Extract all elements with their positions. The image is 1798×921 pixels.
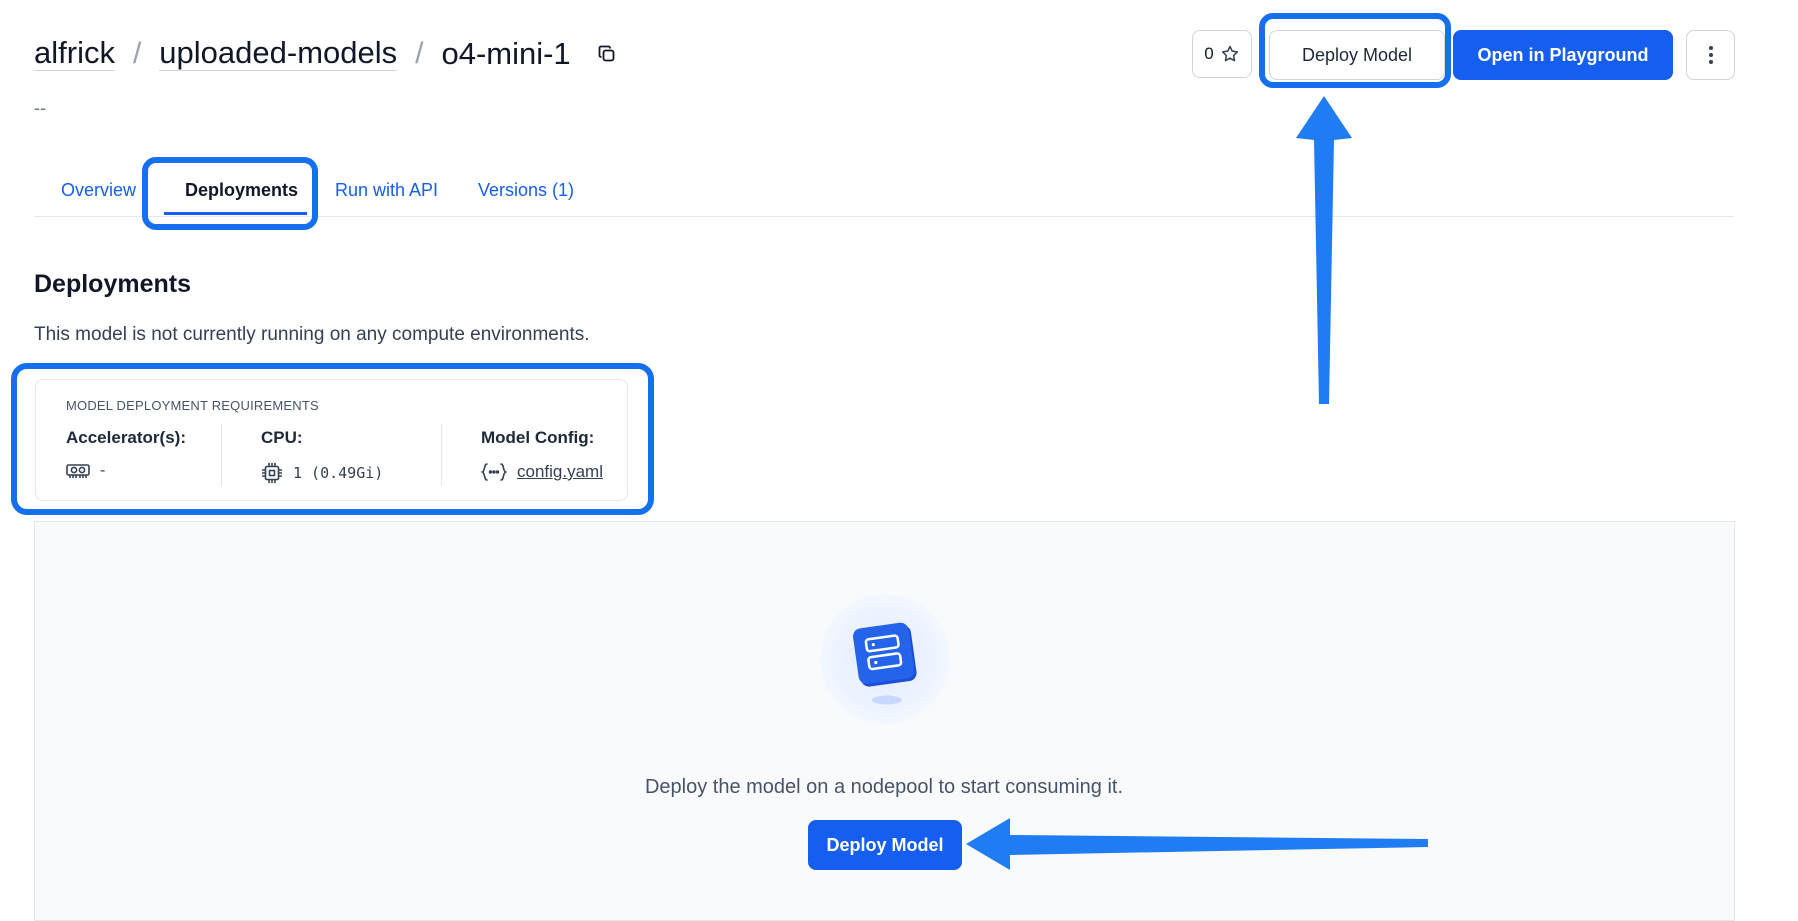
page-title: o4-mini-1 [441, 35, 571, 71]
star-icon [1221, 45, 1238, 62]
empty-state-message: Deploy the model on a nodepool to start … [644, 776, 1124, 798]
model-description: -- [34, 98, 46, 118]
breadcrumb-separator: / [415, 36, 424, 70]
breadcrumb-app-link[interactable]: uploaded-models [159, 35, 398, 72]
star-button[interactable]: 0 [1192, 30, 1252, 78]
tab-run-with-api[interactable]: Run with API [335, 180, 438, 201]
copy-icon[interactable] [595, 42, 619, 66]
more-vertical-icon [1708, 46, 1713, 64]
highlight-box [142, 157, 318, 230]
deploy-model-cta-button[interactable]: Deploy Model [808, 820, 962, 870]
nodepool-server-icon [853, 622, 917, 705]
section-subtitle: This model is not currently running on a… [34, 324, 590, 345]
more-options-button[interactable] [1686, 30, 1735, 80]
star-count: 0 [1204, 44, 1214, 63]
section-title: Deployments [34, 270, 191, 298]
highlight-box [11, 363, 654, 515]
tab-overview[interactable]: Overview [61, 180, 136, 201]
arrow-up-to-deploy [1296, 96, 1352, 404]
highlight-box [1259, 13, 1451, 88]
open-in-playground-button[interactable]: Open in Playground [1453, 30, 1673, 80]
breadcrumb-owner-link[interactable]: alfrick [34, 35, 115, 72]
breadcrumb-separator: / [132, 36, 142, 70]
tab-versions[interactable]: Versions (1) [478, 180, 574, 201]
breadcrumb: alfrick / uploaded-models / o4-mini-1 [34, 35, 619, 72]
